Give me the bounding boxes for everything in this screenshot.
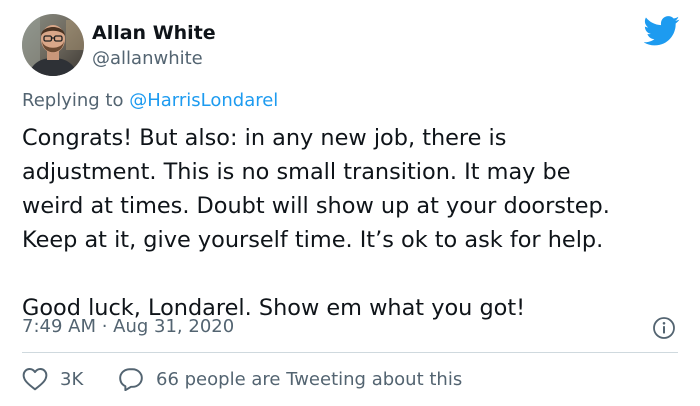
reply-mention-link[interactable]: @HarrisLondarel — [129, 90, 278, 111]
author-name[interactable]: Allan White — [92, 22, 216, 44]
like-button[interactable]: 3K — [22, 366, 83, 392]
replying-prefix: Replying to — [22, 90, 130, 111]
twitter-bird-icon[interactable] — [643, 16, 680, 46]
info-icon[interactable] — [652, 316, 676, 340]
like-count: 3K — [60, 368, 84, 390]
avatar-photo — [22, 14, 84, 76]
tweet-timestamp[interactable]: 7:49 AM · Aug 31, 2020 — [22, 316, 234, 337]
tweeting-about-text: 66 people are Tweeting about this — [156, 368, 463, 390]
tweet-text: Congrats! But also: in any new job, ther… — [22, 125, 610, 321]
divider — [22, 352, 678, 353]
avatar[interactable] — [22, 14, 84, 76]
author-handle[interactable]: @allanwhite — [92, 48, 203, 69]
speech-bubble-icon — [119, 368, 143, 391]
tweeting-about-link[interactable]: 66 people are Tweeting about this — [118, 366, 462, 392]
heart-icon — [22, 368, 48, 391]
tweet-card: Allan White @allanwhite Replying to @Har… — [0, 0, 700, 406]
replying-to: Replying to @HarrisLondarel — [22, 90, 278, 111]
